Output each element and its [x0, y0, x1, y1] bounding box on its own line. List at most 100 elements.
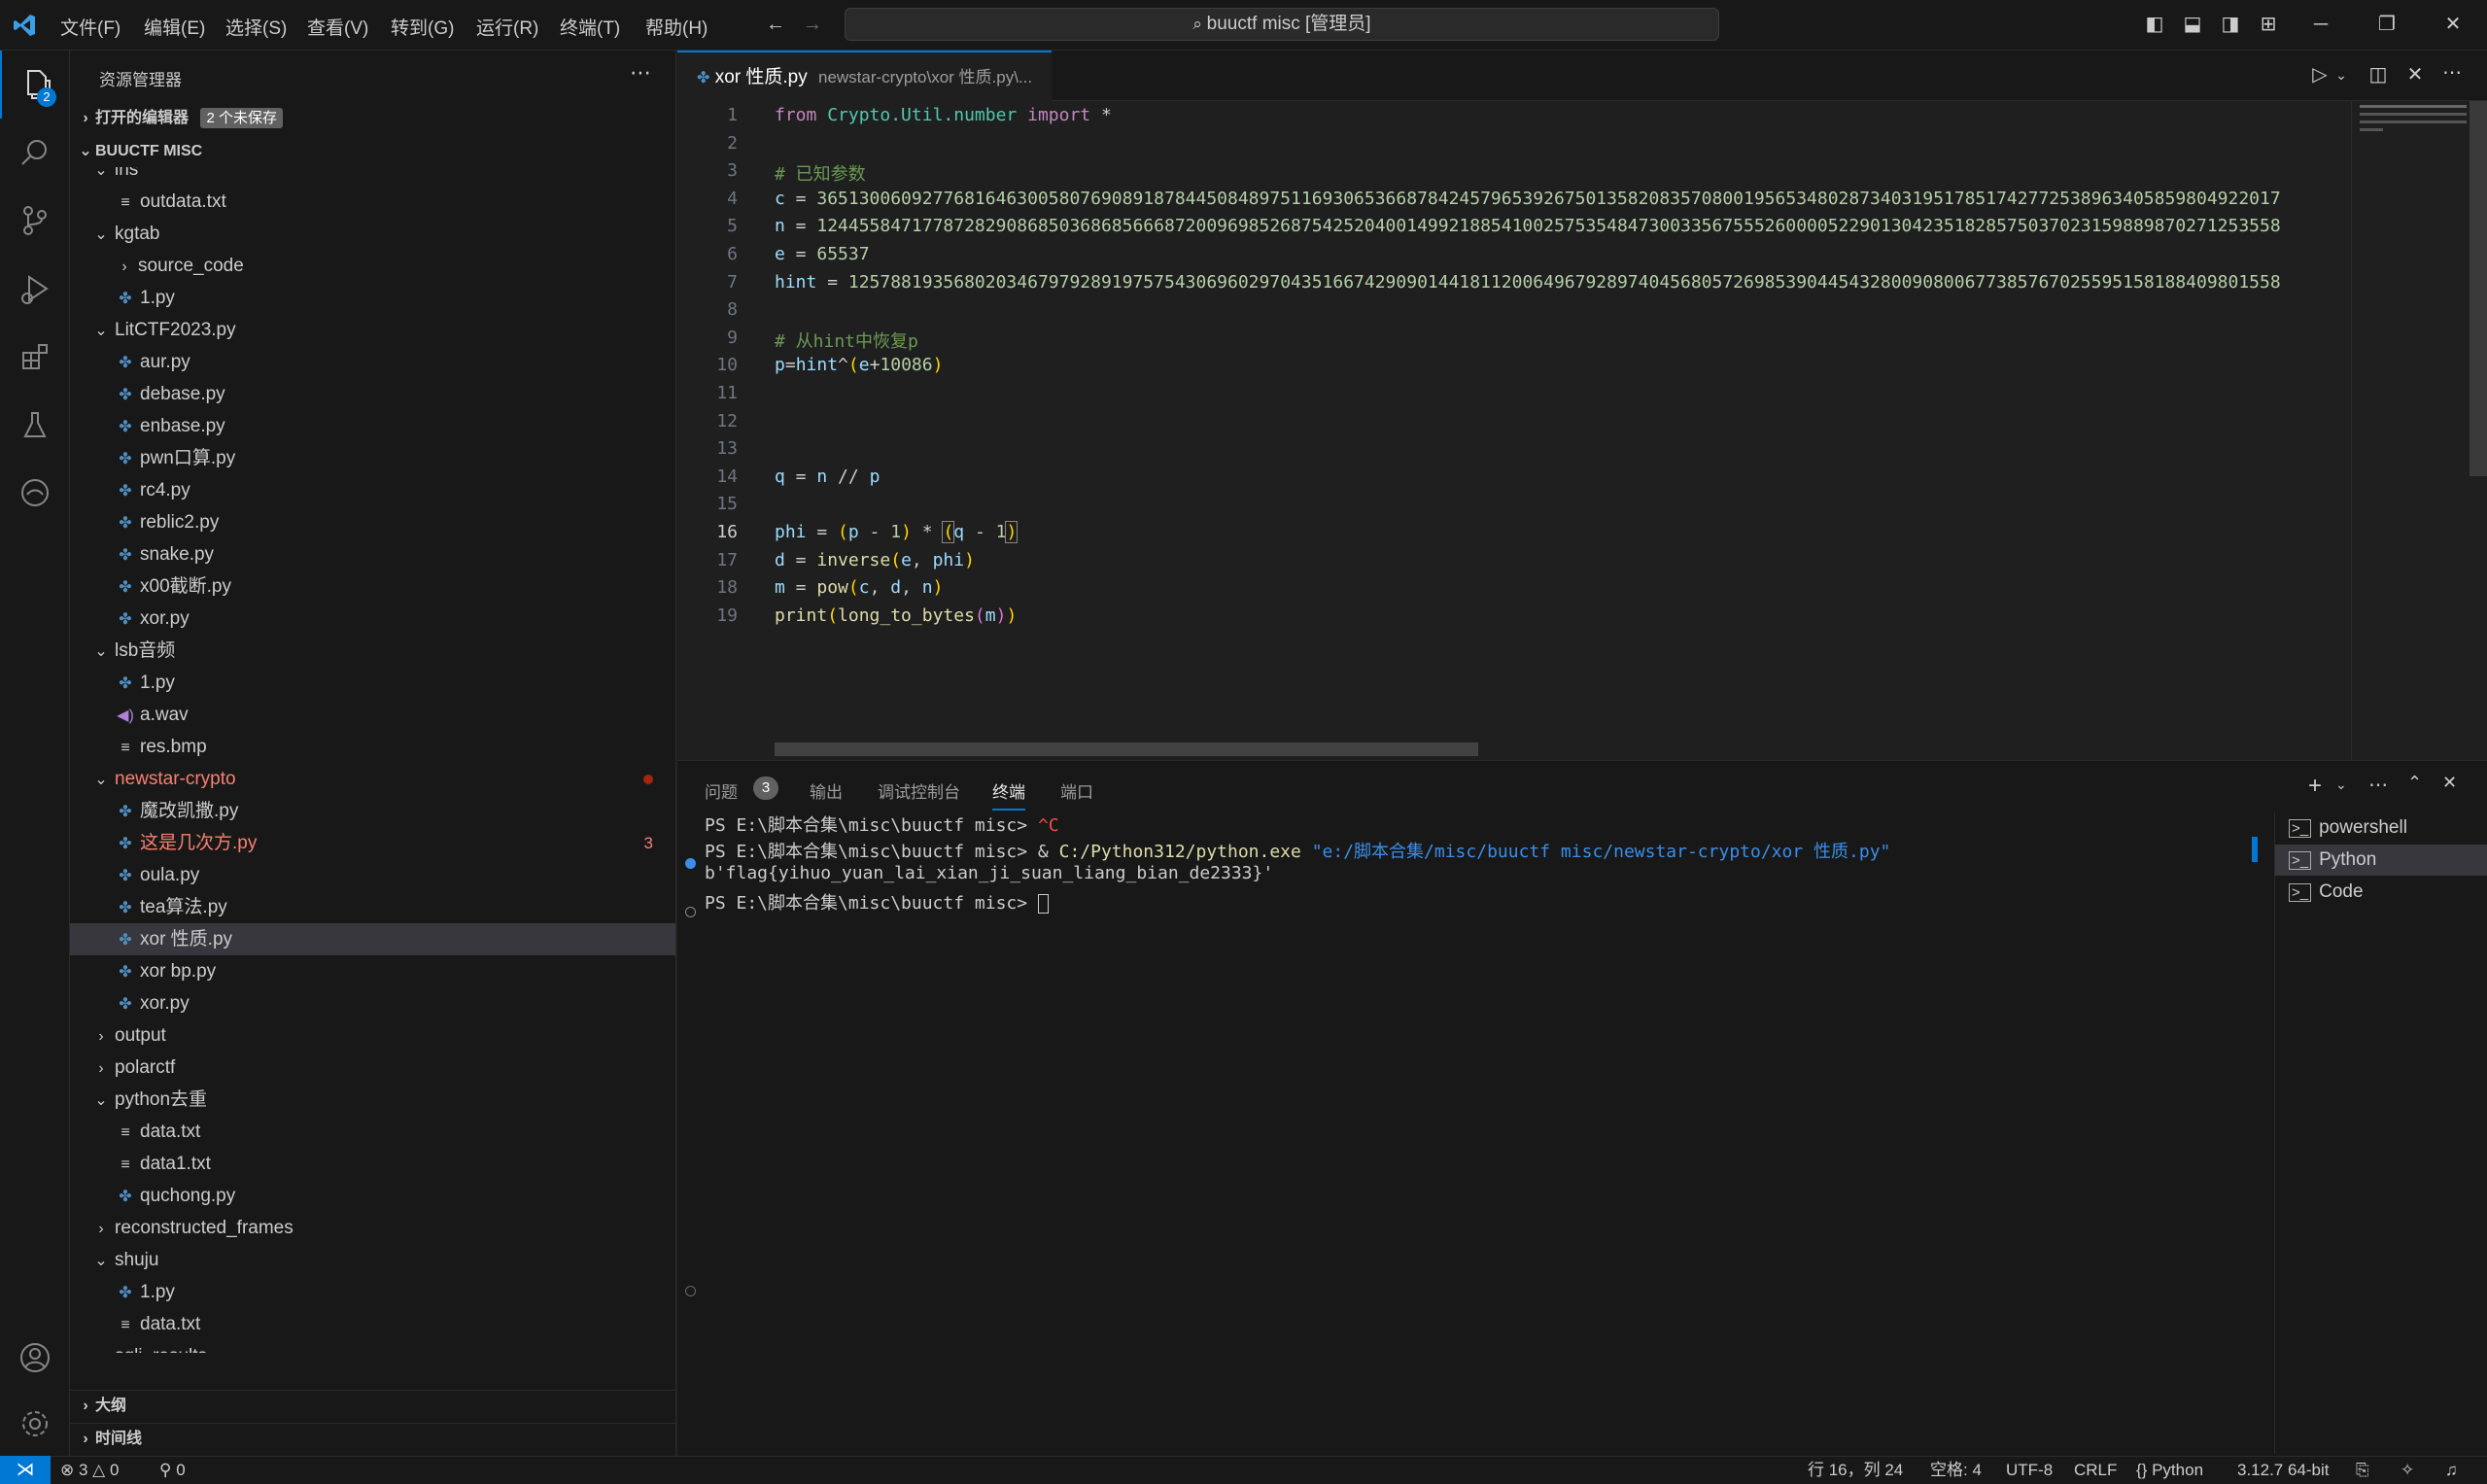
terminal-list-item[interactable]: >_ powershell: [2275, 812, 2487, 844]
tree-item[interactable]: ✤ 1.py: [70, 667, 675, 699]
tree-item[interactable]: ⌄ LitCTF2023.py: [70, 314, 675, 346]
tree-item[interactable]: › source_code: [70, 250, 675, 282]
menu-item[interactable]: 帮助(H): [645, 14, 708, 40]
tree-item[interactable]: ⌄ shuju: [70, 1244, 675, 1276]
code-line[interactable]: e = 65537: [775, 244, 870, 264]
explorer-activity[interactable]: 2: [0, 51, 70, 119]
more-actions-icon[interactable]: ⋯: [2368, 773, 2388, 797]
python-interpreter[interactable]: 3.12.7 64-bit: [2237, 1457, 2330, 1484]
tree-item[interactable]: ◀) a.wav: [70, 699, 675, 731]
code-line[interactable]: n = 124455847177872829086850368685666872…: [775, 216, 2281, 236]
tree-item[interactable]: ✤ reblic2.py: [70, 506, 675, 538]
sparkle-icon[interactable]: ✧: [2401, 1457, 2414, 1484]
split-editor-icon[interactable]: ◫: [2366, 64, 2390, 86]
tree-item[interactable]: ≡ data1.txt: [70, 1148, 675, 1180]
command-success-decoration[interactable]: [685, 858, 696, 869]
customize-layout-icon[interactable]: ⊞: [2257, 14, 2280, 35]
toggle-secondary-sidebar-icon[interactable]: ◨: [2219, 14, 2242, 35]
editor-tab-xor-property[interactable]: ✤ xor 性质.py newstar-crypto\xor 性质.py\...: [677, 51, 1053, 101]
tree-item[interactable]: ≡ data.txt: [70, 1308, 675, 1340]
timeline-section[interactable]: › 时间线: [70, 1423, 675, 1454]
back-arrow-icon[interactable]: ←: [764, 14, 787, 35]
new-terminal-icon[interactable]: +: [2308, 773, 2322, 800]
accounts-activity[interactable]: [0, 1324, 70, 1392]
remote-activity[interactable]: [0, 459, 70, 527]
code-line[interactable]: p=hint^(e+10086): [775, 355, 943, 375]
tree-item[interactable]: ⌄ sqli_results: [70, 1340, 675, 1353]
close-window-icon[interactable]: ✕: [2441, 14, 2465, 35]
tree-item[interactable]: ✤ quchong.py: [70, 1180, 675, 1212]
chevron-down-icon[interactable]: ⌄: [2330, 64, 2353, 86]
close-panel-icon[interactable]: ✕: [2442, 773, 2457, 793]
tree-item[interactable]: ⌄ ins: [70, 167, 675, 186]
code-line[interactable]: m = pow(c, d, n): [775, 577, 943, 598]
run-python-file-icon[interactable]: ▷: [2308, 64, 2332, 86]
panel-tab[interactable]: 问题: [705, 778, 738, 803]
tree-item[interactable]: ✤ oula.py: [70, 859, 675, 891]
code-line[interactable]: d = inverse(e, phi): [775, 550, 975, 570]
terminal-output[interactable]: PS E:\脚本合集\misc\buuctf misc> ^C PS E:\脚本合…: [677, 811, 2252, 1453]
command-center-search[interactable]: ⌕ buuctf misc [管理员]: [845, 8, 1719, 41]
panel-tab[interactable]: 终端: [992, 778, 1025, 811]
tree-item[interactable]: ≡ data.txt: [70, 1116, 675, 1148]
forward-arrow-icon[interactable]: →: [801, 14, 824, 35]
menu-item[interactable]: 转到(G): [391, 14, 454, 40]
code-line[interactable]: phi = (p - 1) * (q - 1): [775, 521, 1019, 543]
encoding[interactable]: UTF-8: [2006, 1457, 2053, 1484]
code-line[interactable]: # 已知参数: [775, 160, 866, 186]
tree-item[interactable]: ✤ 1.py: [70, 1276, 675, 1308]
tree-item[interactable]: ✤ tea算法.py: [70, 891, 675, 923]
cursor-position[interactable]: 行 16，列 24: [1808, 1457, 1903, 1484]
more-actions-icon[interactable]: ⋯: [2440, 62, 2464, 84]
tree-item[interactable]: ✤ 魔改凯撒.py: [70, 795, 675, 827]
tree-item[interactable]: ✤ xor 性质.py: [70, 923, 675, 955]
more-actions-icon[interactable]: ⋯: [630, 60, 651, 86]
extensions-activity[interactable]: [0, 323, 70, 391]
code-line[interactable]: # 从hint中恢复p: [775, 328, 918, 353]
tree-item[interactable]: › polarctf: [70, 1052, 675, 1084]
open-editors-section[interactable]: › 打开的编辑器 2 个未保存: [70, 103, 675, 134]
chevron-down-icon[interactable]: ⌄: [2335, 777, 2347, 793]
testing-activity[interactable]: [0, 391, 70, 459]
tree-item[interactable]: › output: [70, 1019, 675, 1052]
outline-section[interactable]: › 大纲: [70, 1390, 675, 1421]
tree-item[interactable]: ≡ outdata.txt: [70, 186, 675, 218]
run-debug-activity[interactable]: [0, 255, 70, 323]
language-mode[interactable]: {} Python: [2136, 1457, 2203, 1484]
maximize-panel-icon[interactable]: ⌃: [2407, 773, 2422, 793]
code-line[interactable]: c = 365130060927768164630058076908918784…: [775, 189, 2281, 209]
tree-item[interactable]: ✤ debase.py: [70, 378, 675, 410]
tree-item[interactable]: ✤ xor.py: [70, 603, 675, 635]
terminal-list-item[interactable]: >_ Code: [2275, 877, 2487, 908]
menu-item[interactable]: 查看(V): [307, 14, 368, 40]
tree-item[interactable]: ⌄ kgtab: [70, 218, 675, 250]
tree-item[interactable]: ✤ aur.py: [70, 346, 675, 378]
minimap[interactable]: [2351, 101, 2468, 760]
problems-status[interactable]: ⊗ 3 △ 0: [60, 1457, 119, 1484]
manage-activity[interactable]: [0, 1390, 70, 1458]
bell-icon[interactable]: ♫: [2445, 1457, 2458, 1484]
panel-tab[interactable]: 输出: [810, 778, 843, 803]
tree-item[interactable]: ⌄ lsb音频: [70, 635, 675, 667]
code-line[interactable]: print(long_to_bytes(m)): [775, 605, 1017, 626]
vertical-scrollbar[interactable]: [2470, 101, 2487, 476]
tree-item[interactable]: ≡ res.bmp: [70, 731, 675, 763]
remote-indicator[interactable]: ⋊: [0, 1456, 51, 1484]
code-editor[interactable]: 1 from Crypto.Util.number import * 2 3 # 已知参…: [677, 101, 2487, 760]
horizontal-scrollbar[interactable]: [775, 742, 1478, 756]
tree-item[interactable]: ✤ rc4.py: [70, 474, 675, 506]
tree-item[interactable]: ⌄ python去重: [70, 1084, 675, 1116]
code-line[interactable]: q = n // p: [775, 466, 880, 487]
menu-item[interactable]: 运行(R): [476, 14, 538, 40]
minimize-icon[interactable]: ─: [2309, 14, 2332, 35]
tree-item[interactable]: ✤ snake.py: [70, 538, 675, 570]
tree-item[interactable]: ✤ enbase.py: [70, 410, 675, 442]
search-activity[interactable]: [0, 119, 70, 187]
command-decoration[interactable]: [685, 907, 696, 917]
tree-item[interactable]: ✤ 1.py: [70, 282, 675, 314]
panel-tab[interactable]: 端口: [1060, 778, 1093, 803]
panel-tab[interactable]: 调试控制台: [878, 778, 960, 803]
menu-item[interactable]: 终端(T): [560, 14, 620, 40]
toggle-primary-sidebar-icon[interactable]: ◧: [2143, 14, 2166, 35]
source-control-activity[interactable]: [0, 187, 70, 255]
